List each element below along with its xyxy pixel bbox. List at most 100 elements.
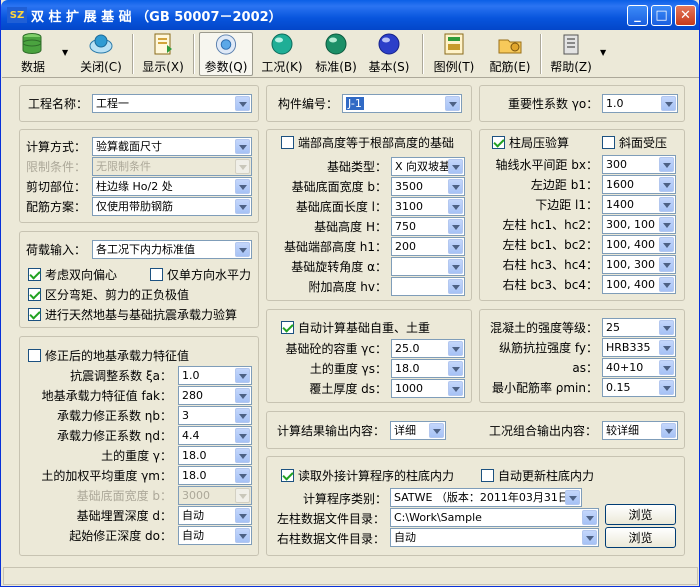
chevron-down-icon[interactable]: [235, 242, 250, 257]
chevron-down-icon[interactable]: [448, 341, 463, 356]
column-row-select[interactable]: 100, 300: [602, 255, 676, 274]
rebar-scheme-select[interactable]: 仅使用带肋钢筋: [92, 197, 252, 216]
chevron-down-icon[interactable]: [235, 408, 250, 423]
shear-location-select[interactable]: 柱边缘 Ho/2 处: [92, 177, 252, 196]
right-column-dir-select[interactable]: 自动: [390, 528, 599, 547]
column-row-select[interactable]: 300, 100: [602, 215, 676, 234]
column-row-select[interactable]: 100, 400: [602, 275, 676, 294]
chevron-down-icon[interactable]: [235, 448, 250, 463]
foundation-row-select[interactable]: 3500: [391, 177, 465, 196]
minimize-button[interactable]: _: [627, 5, 648, 26]
chevron-down-icon[interactable]: [235, 388, 250, 403]
bearing-row-select[interactable]: 18.0: [178, 466, 252, 485]
chevron-down-icon[interactable]: [235, 199, 250, 214]
chevron-down-icon[interactable]: [235, 528, 250, 543]
browse-left-button[interactable]: 浏览: [605, 504, 676, 525]
chevron-down-icon[interactable]: [659, 217, 674, 232]
chevron-down-icon[interactable]: [235, 508, 250, 523]
foundation-row-select[interactable]: [391, 277, 465, 296]
chevron-down-icon[interactable]: [659, 380, 674, 395]
foundation-row-select[interactable]: 200: [391, 237, 465, 256]
chevron-down-icon[interactable]: [235, 468, 250, 483]
chevron-down-icon[interactable]: [448, 179, 463, 194]
foundation-row-select[interactable]: X 向双坡基础: [391, 157, 465, 176]
local-compression-checkbox[interactable]: 柱局压验算: [492, 134, 569, 151]
foundation-row-select[interactable]: 750: [391, 217, 465, 236]
chevron-down-icon[interactable]: [448, 159, 463, 174]
chevron-down-icon[interactable]: [448, 361, 463, 376]
data-dropdown-arrow[interactable]: ▼: [62, 48, 68, 57]
column-row-select[interactable]: 1600: [602, 175, 676, 194]
left-column-dir-select[interactable]: C:\Work\Sample: [390, 508, 599, 527]
toolbar-loadcase-button[interactable]: 工况(K): [257, 32, 307, 76]
maximize-button[interactable]: □: [651, 5, 672, 26]
auto-self-weight-checkbox[interactable]: 自动计算基础自重、土重: [281, 319, 430, 336]
component-number-input[interactable]: J-1: [342, 94, 462, 113]
chevron-down-icon[interactable]: [582, 530, 597, 545]
result-output-select[interactable]: 详细: [390, 421, 446, 440]
foundation-row-select[interactable]: [391, 257, 465, 276]
chevron-down-icon[interactable]: [661, 96, 676, 111]
calc-method-select[interactable]: 验算截面尺寸: [92, 137, 252, 156]
chevron-down-icon[interactable]: [235, 139, 250, 154]
chevron-down-icon[interactable]: [235, 368, 250, 383]
auto-update-checkbox[interactable]: 自动更新柱底内力: [481, 467, 594, 484]
material-row-select[interactable]: 25: [602, 318, 676, 337]
bearing-row-select[interactable]: 3: [178, 406, 252, 425]
chevron-down-icon[interactable]: [659, 157, 674, 172]
chevron-down-icon[interactable]: [235, 428, 250, 443]
browse-right-button[interactable]: 浏览: [605, 527, 676, 548]
toolbar-basic-button[interactable]: 基本(S): [365, 32, 413, 76]
close-button[interactable]: ✕: [675, 5, 696, 26]
bearing-row-select[interactable]: 自动: [178, 526, 252, 545]
toolbar-close-button[interactable]: 关闭(C): [76, 32, 126, 76]
chevron-down-icon[interactable]: [659, 237, 674, 252]
bearing-row-select[interactable]: 4.4: [178, 426, 252, 445]
toolbar-legend-button[interactable]: 图例(T): [430, 32, 478, 76]
material-row-select[interactable]: 0.15: [602, 378, 676, 397]
chevron-down-icon[interactable]: [445, 96, 460, 111]
bearing-row-select[interactable]: 自动: [178, 506, 252, 525]
chevron-down-icon[interactable]: [448, 259, 463, 274]
biaxial-eccentric-checkbox[interactable]: 考虑双向偏心: [28, 266, 117, 283]
chevron-down-icon[interactable]: [659, 257, 674, 272]
material-row-select[interactable]: HRB335: [602, 338, 676, 357]
chevron-down-icon[interactable]: [582, 510, 597, 525]
seismic-check-checkbox[interactable]: 进行天然地基与基础抗震承载力验算: [28, 306, 237, 323]
chevron-down-icon[interactable]: [448, 239, 463, 254]
sign-distinguish-checkbox[interactable]: 区分弯矩、剪力的正负极值: [28, 286, 189, 303]
toolbar-reinforcement-button[interactable]: 配筋(E): [486, 32, 534, 76]
bearing-row-select[interactable]: 280: [178, 386, 252, 405]
column-row-select[interactable]: 1400: [602, 195, 676, 214]
single-direction-checkbox[interactable]: 仅单方向水平力: [150, 266, 251, 283]
bearing-row-select[interactable]: 18.0: [178, 446, 252, 465]
chevron-down-icon[interactable]: [448, 219, 463, 234]
chevron-down-icon[interactable]: [429, 423, 444, 438]
toolbar-standard-button[interactable]: 标准(B): [313, 32, 359, 76]
selfweight-row-select[interactable]: 25.0: [391, 339, 465, 358]
chevron-down-icon[interactable]: [659, 360, 674, 375]
end-height-checkbox[interactable]: 端部高度等于根部高度的基础: [281, 134, 454, 151]
importance-select[interactable]: 1.0: [602, 94, 678, 113]
project-name-input[interactable]: 工程一: [92, 94, 252, 113]
title-bar[interactable]: SZ 双 柱 扩 展 基 础 （GB 50007－2002） _ □ ✕: [1, 0, 699, 30]
chevron-down-icon[interactable]: [661, 423, 676, 438]
selfweight-row-select[interactable]: 1000: [391, 379, 465, 398]
toolbar-data-button[interactable]: 数据: [10, 32, 56, 76]
toolbar-display-button[interactable]: 显示(X): [140, 32, 186, 76]
program-type-select[interactable]: SATWE （版本：2011年03月31日）: [390, 488, 582, 507]
column-row-select[interactable]: 300: [602, 155, 676, 174]
combo-output-select[interactable]: 较详细: [602, 421, 678, 440]
selfweight-row-select[interactable]: 18.0: [391, 359, 465, 378]
chevron-down-icon[interactable]: [659, 197, 674, 212]
chevron-down-icon[interactable]: [565, 490, 580, 505]
chevron-down-icon[interactable]: [448, 381, 463, 396]
chevron-down-icon[interactable]: [659, 177, 674, 192]
slant-compression-checkbox[interactable]: 斜面受压: [602, 134, 667, 151]
chevron-down-icon[interactable]: [659, 320, 674, 335]
read-external-checkbox[interactable]: 读取外接计算程序的柱底内力: [281, 467, 454, 484]
bearing-row-select[interactable]: 1.0: [178, 366, 252, 385]
chevron-down-icon[interactable]: [659, 340, 674, 355]
help-dropdown-arrow[interactable]: ▼: [600, 48, 606, 57]
chevron-down-icon[interactable]: [235, 96, 250, 111]
